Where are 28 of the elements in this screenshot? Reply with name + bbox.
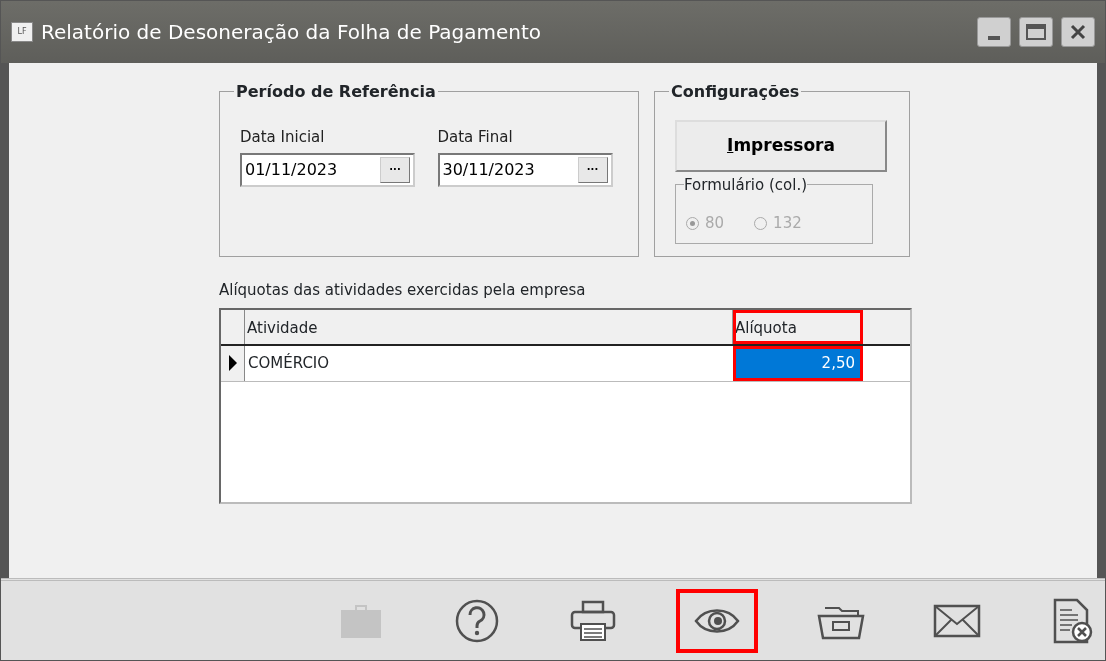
maximize-icon — [1026, 24, 1046, 40]
printer-icon — [569, 599, 618, 642]
column-header: Alíquota — [733, 309, 863, 344]
window-title: Relatório de Desoneração da Folha de Pagamento — [41, 19, 543, 46]
table-cell-text: COMÉRCIO — [247, 352, 331, 374]
field-label: Data Inicial — [240, 127, 326, 148]
table-caption: Alíquotas das atividades exercidas pela empresa — [219, 280, 587, 301]
close-button[interactable] — [1061, 17, 1095, 47]
radio-label: 80 — [705, 212, 725, 234]
eye-icon — [694, 606, 740, 635]
minimize-button[interactable] — [977, 17, 1011, 47]
minimize-icon — [988, 36, 1000, 40]
close-icon — [1070, 24, 1086, 40]
date-field[interactable]: 01/11/2023 ··· — [240, 152, 415, 187]
ellipsis-button[interactable]: ··· — [577, 156, 608, 183]
field-label: Data Final — [437, 127, 514, 148]
maximize-button[interactable] — [1019, 17, 1053, 47]
table-cell: 2,50 — [733, 345, 863, 381]
radio-label: 132 — [773, 212, 802, 234]
help-icon — [454, 597, 501, 644]
document-close-icon — [1051, 597, 1094, 644]
envelope-icon — [932, 603, 981, 638]
eye-button[interactable] — [677, 589, 757, 652]
column-header: Atividade — [245, 309, 733, 344]
app-logo: LF — [11, 22, 33, 42]
printer-button[interactable]: Impressora — [675, 120, 887, 172]
ellipsis-button[interactable]: ··· — [380, 156, 410, 183]
date-field[interactable]: 30/11/2023 ··· — [437, 152, 613, 187]
